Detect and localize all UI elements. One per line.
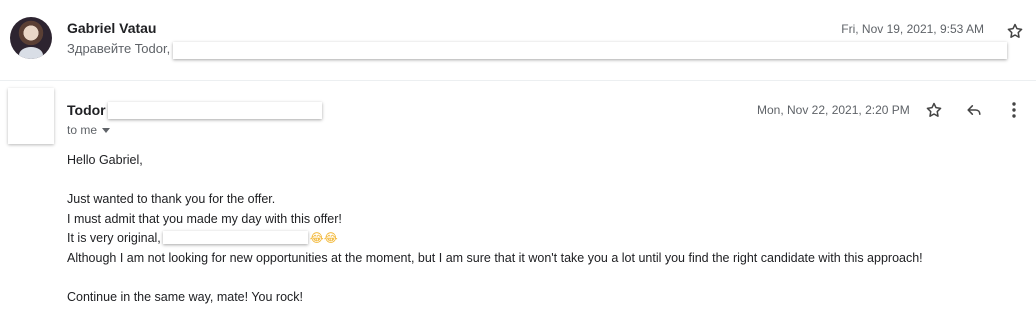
body-line-4: Although I am not looking for new opport… — [67, 250, 923, 265]
reply-icon — [967, 105, 981, 115]
star-button[interactable] — [922, 98, 946, 122]
current-message: Todor to me Mon, Nov 22, 2021, 2:20 PM H… — [0, 80, 1036, 310]
star-icon[interactable] — [1003, 19, 1027, 43]
laughing-emoji: 😂😂 — [309, 231, 338, 245]
recipient-dropdown[interactable]: to me — [67, 123, 111, 137]
redaction-box — [173, 42, 1007, 59]
chevron-down-icon — [102, 128, 111, 133]
star-icon — [926, 102, 942, 117]
sender-avatar-placeholder — [8, 88, 54, 144]
body-line-2: I must admit that you made my day with t… — [67, 211, 342, 226]
body-line-5: Continue in the same way, mate! You rock… — [67, 289, 304, 304]
previous-message[interactable]: Gabriel Vatau Здравейте Todor, Fri, Nov … — [0, 0, 1036, 81]
recipient-label: to me — [67, 123, 98, 137]
message-date: Mon, Nov 22, 2021, 2:20 PM — [757, 103, 910, 117]
body-line-1: Just wanted to thank you for the offer. — [67, 192, 276, 206]
body-line-3: It is very original, 😂😂 — [67, 229, 923, 249]
more-options-button[interactable] — [1002, 98, 1026, 122]
message-snippet: Здравейте Todor, — [67, 41, 171, 56]
reply-button[interactable] — [962, 98, 986, 122]
redaction-box — [108, 102, 322, 119]
sender-name: Gabriel Vatau — [67, 20, 157, 36]
message-body: Hello Gabriel, Just wanted to thank you … — [67, 151, 923, 307]
sender-avatar — [10, 17, 52, 59]
inline-redaction-box — [162, 231, 308, 244]
sender-name: Todor — [67, 102, 106, 118]
more-vertical-icon — [1012, 102, 1016, 118]
body-line-3-text: It is very original, — [67, 231, 161, 245]
body-greeting: Hello Gabriel, — [67, 153, 143, 167]
message-date: Fri, Nov 19, 2021, 9:53 AM — [841, 22, 984, 36]
star-outline-icon — [1007, 23, 1023, 38]
